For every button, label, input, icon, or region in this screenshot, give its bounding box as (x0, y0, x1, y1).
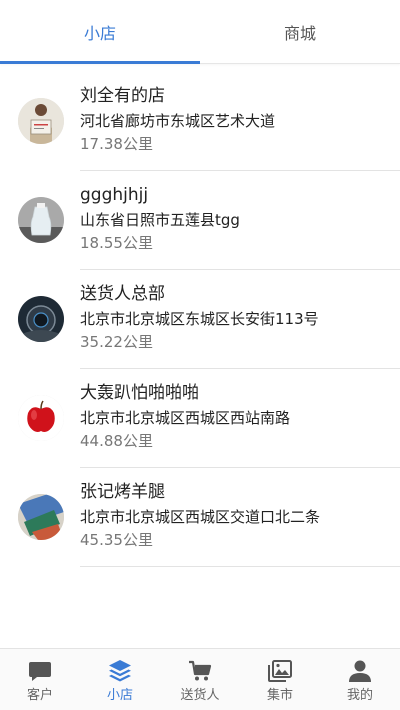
store-list-item[interactable]: 送货人总部 北京市北京城区东城区长安街113号 35.22公里 (0, 270, 400, 369)
store-name: 大轰趴怕啪啪啪 (80, 383, 199, 403)
store-list-item[interactable]: 大轰趴怕啪啪啪 北京市北京城区西城区西站南路 44.88公里 (0, 369, 400, 468)
store-avatar (18, 395, 64, 441)
store-address: 河北省廊坊市东城区艺术大道 (80, 112, 276, 130)
store-name: 送货人总部 (80, 284, 165, 304)
bottom-nav: 客户 小店 送货人 集市 我的 (0, 648, 400, 710)
nav-item-mine[interactable]: 我的 (320, 649, 400, 710)
image-gallery-icon (268, 660, 292, 682)
divider (80, 566, 400, 567)
store-list-item[interactable]: 张记烤羊腿 北京市北京城区西城区交道口北二条 45.35公里 (0, 468, 400, 567)
store-avatar (18, 197, 64, 243)
store-info: 张记烤羊腿 北京市北京城区西城区交道口北二条 45.35公里 (80, 480, 400, 551)
store-list-item[interactable]: 刘全有的店 河北省廊坊市东城区艺术大道 17.38公里 (0, 72, 400, 171)
nav-item-customers[interactable]: 客户 (0, 649, 80, 710)
nav-label: 集市 (266, 688, 293, 703)
store-distance: 17.38公里 (80, 135, 153, 153)
nav-item-market[interactable]: 集市 (240, 649, 320, 710)
store-address: 北京市北京城区西城区西站南路 (80, 409, 291, 427)
store-info: 刘全有的店 河北省廊坊市东城区艺术大道 17.38公里 (80, 84, 400, 155)
tab-shop[interactable]: 小店 (0, 0, 200, 64)
store-avatar (18, 494, 64, 540)
nav-label: 送货人 (180, 688, 220, 703)
nav-label: 小店 (106, 688, 133, 703)
layers-icon (109, 660, 131, 682)
chat-icon (29, 662, 51, 681)
store-list: 刘全有的店 河北省廊坊市东城区艺术大道 17.38公里 ggghjhjj 山东省… (0, 72, 400, 567)
store-address: 北京市北京城区西城区交道口北二条 (80, 508, 321, 526)
top-tab-bar: 小店 商城 (0, 0, 400, 64)
store-list-item[interactable]: ggghjhjj 山东省日照市五莲县tgg 18.55公里 (0, 171, 400, 270)
store-name: ggghjhjj (80, 185, 149, 205)
store-distance: 18.55公里 (80, 234, 153, 252)
store-distance: 45.35公里 (80, 531, 153, 549)
store-address: 山东省日照市五莲县tgg (80, 211, 240, 229)
tab-mall[interactable]: 商城 (200, 0, 400, 63)
store-name: 刘全有的店 (80, 86, 165, 106)
store-name: 张记烤羊腿 (80, 482, 165, 502)
nav-item-shop[interactable]: 小店 (80, 649, 160, 710)
person-icon (349, 660, 371, 682)
store-info: ggghjhjj 山东省日照市五莲县tgg 18.55公里 (80, 183, 400, 254)
store-avatar (18, 98, 64, 144)
nav-label: 客户 (26, 688, 53, 703)
store-info: 大轰趴怕啪啪啪 北京市北京城区西城区西站南路 44.88公里 (80, 381, 400, 452)
cart-icon (189, 660, 212, 681)
store-info: 送货人总部 北京市北京城区东城区长安街113号 35.22公里 (80, 282, 400, 353)
store-distance: 35.22公里 (80, 333, 153, 351)
store-avatar (18, 296, 64, 342)
store-address: 北京市北京城区东城区长安街113号 (80, 310, 319, 328)
nav-item-delivery[interactable]: 送货人 (160, 649, 240, 710)
nav-label: 我的 (346, 688, 373, 703)
store-distance: 44.88公里 (80, 432, 153, 450)
